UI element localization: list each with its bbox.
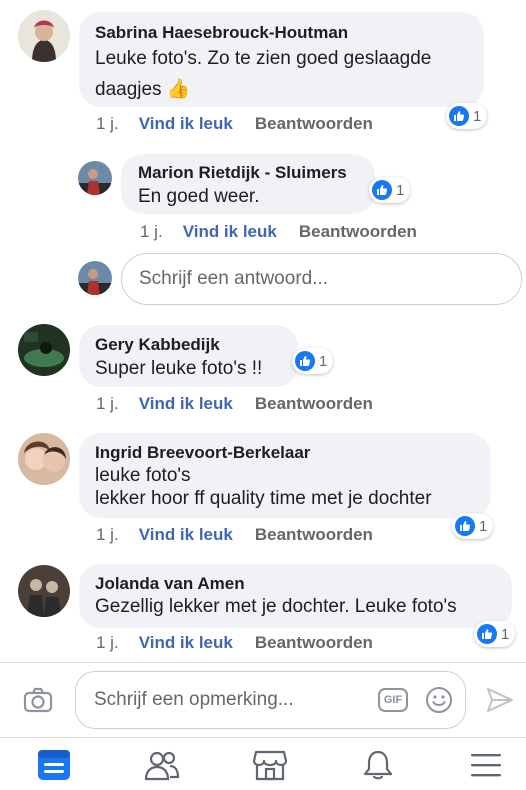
reply-link[interactable]: Beantwoorden bbox=[255, 394, 373, 413]
tab-menu[interactable] bbox=[456, 745, 516, 790]
reply-link[interactable]: Beantwoorden bbox=[255, 633, 373, 652]
tab-marketplace[interactable] bbox=[240, 745, 300, 790]
like-link[interactable]: Vind ik leuk bbox=[183, 222, 277, 241]
comment-author[interactable]: Jolanda van Amen bbox=[95, 574, 496, 594]
reply-input[interactable]: Schrijf een antwoord... bbox=[121, 253, 522, 305]
reaction-count[interactable]: 1 bbox=[474, 621, 516, 647]
comment-text-line: lekker hoor ff quality time met je docht… bbox=[95, 488, 432, 509]
divider bbox=[0, 662, 526, 663]
reply-link[interactable]: Beantwoorden bbox=[255, 114, 373, 133]
gif-icon[interactable]: GIF bbox=[377, 686, 409, 714]
comment-author[interactable]: Marion Rietdijk - Sluimers bbox=[138, 163, 358, 183]
comment-actions: 1 j. Vind ik leuk Beantwoorden bbox=[96, 114, 373, 134]
tab-news-feed[interactable] bbox=[24, 745, 84, 790]
like-thumb-icon bbox=[477, 624, 497, 644]
comment-author[interactable]: Sabrina Haesebrouck-Houtman bbox=[95, 23, 468, 43]
like-link[interactable]: Vind ik leuk bbox=[139, 394, 233, 413]
comment-bubble[interactable]: Jolanda van Amen Gezellig lekker met je … bbox=[79, 564, 512, 628]
like-link[interactable]: Vind ik leuk bbox=[139, 114, 233, 133]
bell-icon bbox=[362, 749, 394, 786]
comment-timestamp[interactable]: 1 j. bbox=[96, 394, 119, 413]
reaction-count-number: 1 bbox=[479, 517, 488, 535]
avatar[interactable] bbox=[18, 565, 70, 617]
comment-text-line: leuke foto's bbox=[95, 465, 191, 486]
comment-timestamp[interactable]: 1 j. bbox=[96, 114, 119, 133]
send-icon[interactable] bbox=[483, 684, 517, 716]
avatar[interactable] bbox=[18, 433, 70, 485]
reaction-count-number: 1 bbox=[501, 625, 510, 643]
gif-label: GIF bbox=[383, 694, 403, 706]
reaction-count[interactable]: 1 bbox=[292, 348, 334, 374]
comment-bubble[interactable]: Marion Rietdijk - Sluimers En goed weer. bbox=[121, 154, 375, 214]
news-feed-icon bbox=[37, 749, 71, 786]
like-thumb-icon bbox=[455, 516, 475, 536]
comment-text-line: daagjes 👍 bbox=[95, 79, 191, 100]
comment-text-line: Gezellig lekker met je dochter. Leuke fo… bbox=[95, 596, 457, 617]
comment-actions: 1 j. Vind ik leuk Beantwoorden bbox=[96, 525, 373, 545]
comment-text-line: Leuke foto's. Zo te zien goed geslaagde bbox=[95, 48, 432, 69]
reaction-count[interactable]: 1 bbox=[446, 103, 488, 129]
like-thumb-icon bbox=[295, 351, 315, 371]
like-thumb-icon bbox=[449, 106, 469, 126]
friends-icon bbox=[144, 749, 180, 786]
comment-actions: 1 j. Vind ik leuk Beantwoorden bbox=[96, 633, 373, 653]
avatar[interactable] bbox=[78, 161, 112, 195]
reaction-count[interactable]: 1 bbox=[369, 177, 411, 203]
reply-link[interactable]: Beantwoorden bbox=[255, 525, 373, 544]
reaction-count-number: 1 bbox=[319, 352, 328, 370]
avatar[interactable] bbox=[18, 324, 70, 376]
comment-timestamp[interactable]: 1 j. bbox=[96, 633, 119, 652]
comment-actions: 1 j. Vind ik leuk Beantwoorden bbox=[96, 394, 373, 414]
comment-author[interactable]: Ingrid Breevoort-Berkelaar bbox=[95, 443, 475, 463]
comment-bubble[interactable]: Sabrina Haesebrouck-Houtman Leuke foto's… bbox=[79, 12, 484, 107]
comment-bubble[interactable]: Ingrid Breevoort-Berkelaar leuke foto's … bbox=[79, 433, 491, 518]
emoji-icon[interactable] bbox=[423, 684, 455, 716]
comment-text-line: Super leuke foto's !! bbox=[95, 358, 263, 379]
comment-timestamp[interactable]: 1 j. bbox=[96, 525, 119, 544]
comment-actions: 1 j. Vind ik leuk Beantwoorden bbox=[140, 222, 417, 242]
comment-timestamp[interactable]: 1 j. bbox=[140, 222, 163, 241]
like-link[interactable]: Vind ik leuk bbox=[139, 525, 233, 544]
like-link[interactable]: Vind ik leuk bbox=[139, 633, 233, 652]
marketplace-icon bbox=[252, 749, 288, 786]
reaction-count-number: 1 bbox=[473, 107, 482, 125]
tab-notifications[interactable] bbox=[348, 745, 408, 790]
reply-link[interactable]: Beantwoorden bbox=[299, 222, 417, 241]
divider bbox=[0, 737, 526, 738]
reaction-count[interactable]: 1 bbox=[452, 513, 494, 539]
comment-author[interactable]: Gery Kabbedijk bbox=[95, 335, 282, 355]
reaction-count-number: 1 bbox=[396, 181, 405, 199]
menu-icon bbox=[470, 751, 502, 784]
comment-text-line: En goed weer. bbox=[138, 186, 260, 207]
tab-friends[interactable] bbox=[132, 745, 192, 790]
comment-bubble[interactable]: Gery Kabbedijk Super leuke foto's !! bbox=[79, 325, 298, 387]
current-user-avatar bbox=[78, 261, 112, 295]
avatar[interactable] bbox=[18, 10, 70, 62]
camera-icon[interactable] bbox=[20, 684, 56, 716]
like-thumb-icon bbox=[372, 180, 392, 200]
